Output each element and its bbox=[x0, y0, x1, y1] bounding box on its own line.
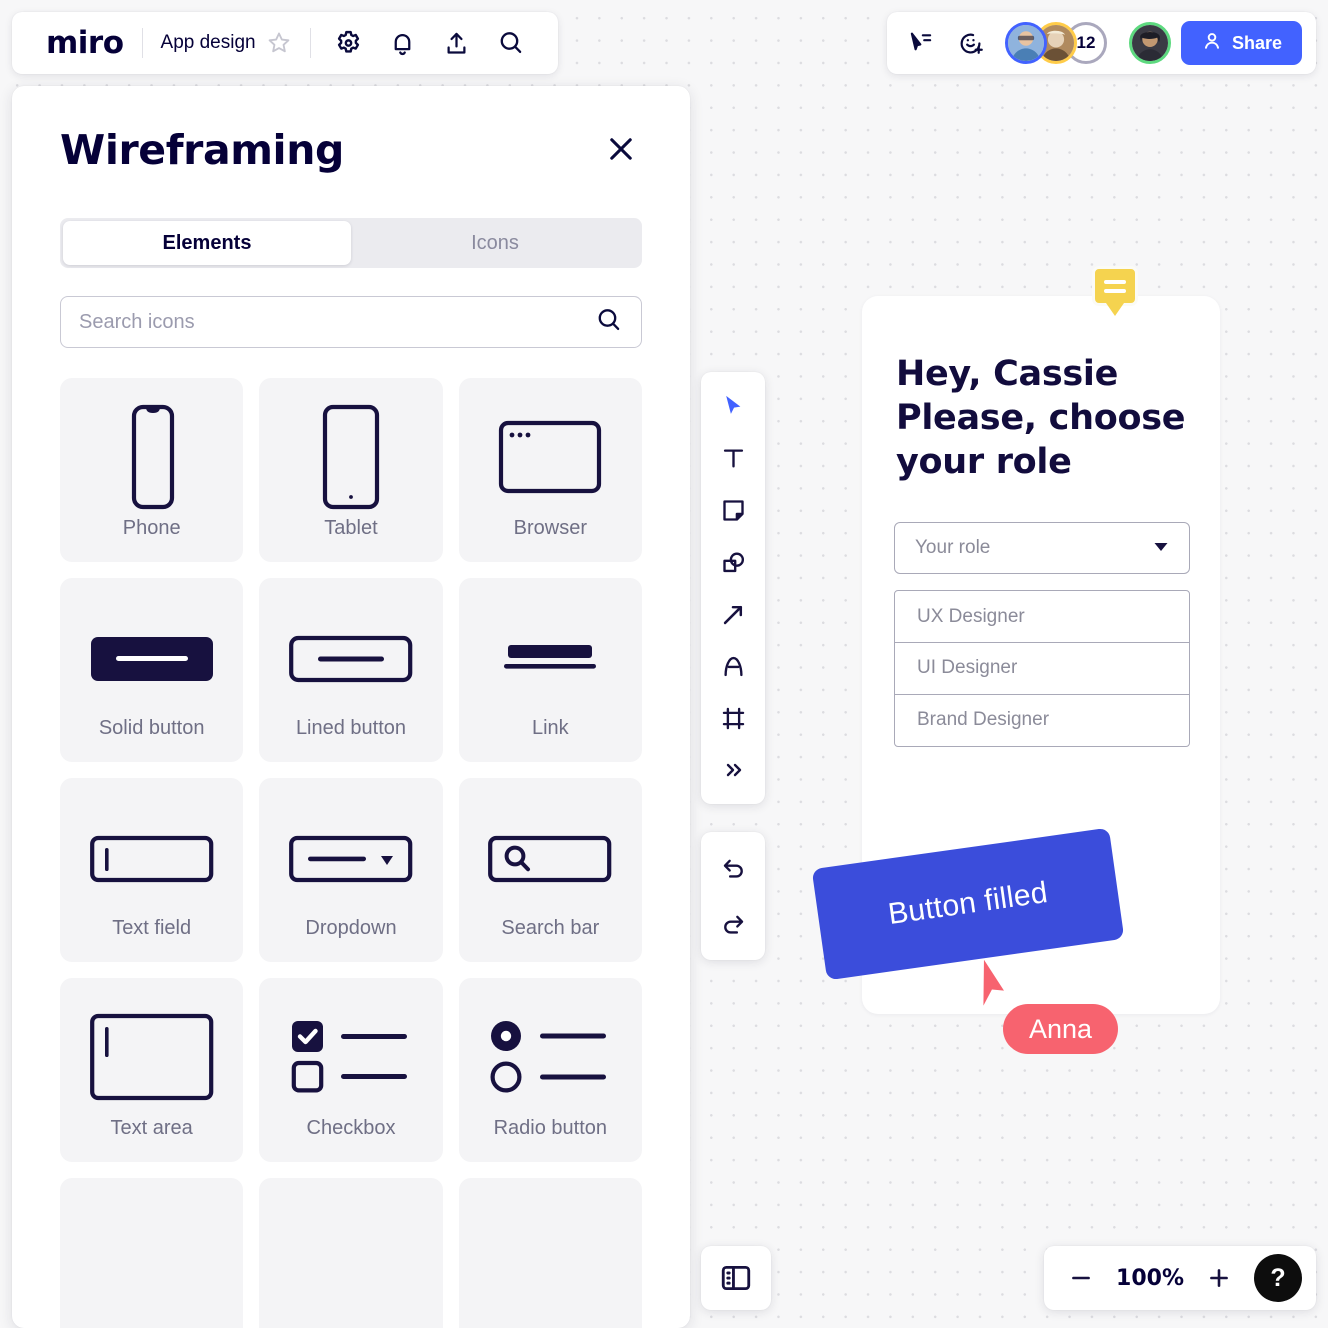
search-icon[interactable] bbox=[491, 23, 531, 63]
element-card-checkbox[interactable]: Checkbox bbox=[259, 978, 443, 1162]
element-card-empty[interactable] bbox=[60, 1178, 244, 1328]
more-tools-icon[interactable] bbox=[711, 750, 755, 790]
element-label: Text area bbox=[110, 1116, 193, 1139]
dropdown-icon bbox=[288, 801, 414, 913]
collaborator-avatars[interactable]: 12 bbox=[1004, 22, 1171, 64]
list-item[interactable]: UX Designer bbox=[894, 590, 1190, 643]
list-item[interactable]: UI Designer bbox=[894, 641, 1190, 695]
panel-header: Wireframing bbox=[12, 86, 690, 174]
text-area-icon bbox=[89, 1001, 215, 1113]
element-card-tablet[interactable]: Tablet bbox=[259, 378, 443, 562]
element-label: Radio button bbox=[493, 1116, 608, 1139]
role-options-list: UX Designer UI Designer Brand Designer bbox=[894, 590, 1190, 747]
checkbox-icon bbox=[289, 1001, 413, 1113]
top-right-toolbar: 12 Share bbox=[886, 12, 1316, 74]
search-bar-icon bbox=[487, 801, 613, 913]
element-label: Checkbox bbox=[306, 1116, 396, 1139]
sticky-note-text: Button filled bbox=[886, 875, 1050, 932]
gear-icon[interactable] bbox=[329, 23, 369, 63]
element-label: Dropdown bbox=[305, 916, 397, 939]
search-input[interactable] bbox=[79, 310, 595, 334]
element-label: Browser bbox=[513, 516, 587, 539]
zoom-in-button[interactable] bbox=[1206, 1265, 1232, 1291]
element-label: Text field bbox=[112, 916, 192, 939]
shapes-icon[interactable] bbox=[711, 542, 755, 582]
element-card-empty[interactable] bbox=[458, 1178, 642, 1328]
collaborator-cursor-label: Anna bbox=[1003, 1004, 1119, 1055]
select-cursor-icon[interactable] bbox=[711, 386, 755, 426]
creation-toolbar bbox=[701, 372, 765, 804]
tab-icons[interactable]: Icons bbox=[351, 221, 639, 265]
element-card-browser[interactable]: Browser bbox=[458, 378, 642, 562]
link-icon bbox=[500, 601, 600, 713]
history-toolbar bbox=[701, 832, 765, 960]
text-field-icon bbox=[89, 801, 215, 913]
zoom-level-value: 100% bbox=[1116, 1265, 1184, 1291]
pen-icon[interactable] bbox=[711, 646, 755, 686]
share-button[interactable]: Share bbox=[1180, 21, 1302, 65]
close-icon[interactable] bbox=[598, 126, 644, 172]
sticky-note-icon[interactable] bbox=[711, 490, 755, 530]
miro-logo: miro bbox=[46, 24, 124, 61]
element-card-phone[interactable]: Phone bbox=[60, 378, 244, 562]
upload-icon[interactable] bbox=[437, 23, 477, 63]
role-select[interactable]: Your role bbox=[894, 522, 1190, 574]
browser-frame-icon bbox=[498, 401, 602, 513]
element-label: Search bar bbox=[501, 916, 600, 939]
bell-icon[interactable] bbox=[383, 23, 423, 63]
element-label: Link bbox=[531, 716, 569, 739]
element-label: Tablet bbox=[324, 516, 378, 539]
add-reaction-icon[interactable] bbox=[951, 23, 991, 63]
share-button-label: Share bbox=[1231, 32, 1282, 53]
star-icon[interactable] bbox=[266, 30, 292, 56]
tab-elements[interactable]: Elements bbox=[63, 221, 351, 265]
element-label: Phone bbox=[122, 516, 181, 539]
element-card-search-bar[interactable]: Search bar bbox=[458, 778, 642, 962]
person-icon bbox=[1201, 30, 1223, 57]
divider bbox=[141, 28, 143, 58]
element-card-link[interactable]: Link bbox=[458, 578, 642, 762]
wireframing-panel: Wireframing Elements Icons Phone bbox=[12, 86, 690, 1328]
frame-icon[interactable] bbox=[711, 698, 755, 738]
element-card-solid-button[interactable]: Solid button bbox=[60, 578, 244, 762]
tablet-frame-icon bbox=[313, 401, 389, 513]
radio-button-icon bbox=[488, 1001, 612, 1113]
zoom-out-button[interactable] bbox=[1068, 1265, 1094, 1291]
zoom-controls: 100% ? bbox=[1044, 1246, 1316, 1310]
avatar[interactable] bbox=[1004, 22, 1047, 64]
phone-frame-icon bbox=[120, 401, 184, 513]
element-label: Lined button bbox=[295, 716, 407, 739]
panels-toggle-icon[interactable] bbox=[701, 1246, 771, 1310]
solid-button-icon bbox=[89, 601, 215, 713]
text-icon[interactable] bbox=[711, 438, 755, 478]
element-card-empty[interactable] bbox=[259, 1178, 443, 1328]
redo-icon[interactable] bbox=[711, 904, 755, 944]
panel-tabs: Elements Icons bbox=[60, 218, 642, 268]
list-item[interactable]: Brand Designer bbox=[894, 693, 1190, 747]
element-card-text-area[interactable]: Text area bbox=[60, 978, 244, 1162]
search-field[interactable] bbox=[60, 296, 642, 348]
top-left-toolbar: miro App design bbox=[12, 12, 558, 74]
present-icon[interactable] bbox=[901, 23, 941, 63]
connector-arrow-icon[interactable] bbox=[711, 594, 755, 634]
element-card-text-field[interactable]: Text field bbox=[60, 778, 244, 962]
element-label: Solid button bbox=[98, 716, 205, 739]
element-card-dropdown[interactable]: Dropdown bbox=[259, 778, 443, 962]
divider bbox=[309, 28, 311, 58]
element-card-radio-button[interactable]: Radio button bbox=[458, 978, 642, 1162]
elements-grid: Phone Tablet Browser Solid button Lined … bbox=[60, 378, 642, 1328]
undo-icon[interactable] bbox=[711, 848, 755, 888]
search-icon[interactable] bbox=[595, 306, 623, 339]
mockup-heading: Hey, Cassie Please, choose your role bbox=[896, 354, 1186, 483]
avatar[interactable] bbox=[1128, 22, 1171, 64]
board-title[interactable]: App design bbox=[161, 32, 256, 54]
role-select-value: Your role bbox=[915, 537, 991, 558]
help-button[interactable]: ? bbox=[1254, 1254, 1302, 1302]
chevron-down-icon bbox=[1151, 536, 1171, 561]
comment-icon[interactable] bbox=[1092, 266, 1138, 306]
page-title: Wireframing bbox=[60, 126, 344, 174]
lined-button-icon bbox=[288, 601, 414, 713]
element-card-lined-button[interactable]: Lined button bbox=[259, 578, 443, 762]
